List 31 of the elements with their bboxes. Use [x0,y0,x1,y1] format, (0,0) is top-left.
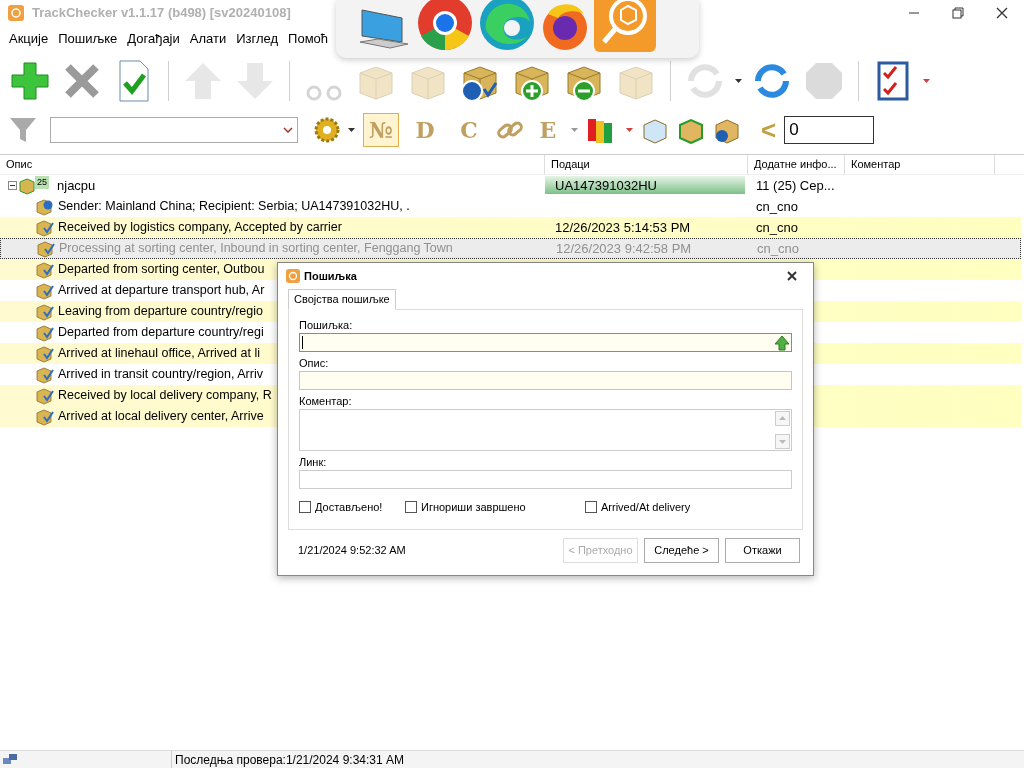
field-label: Опис: [299,356,330,371]
checkbox-label: Игнориши завршено [421,500,526,515]
event-description: Leaving from departure country/regio [58,303,263,321]
event-description: Arrived at linehaul office, Arrived at li [58,345,260,363]
event-description: Processing at sorting center, Inbound in sorting center, Fenggang Town [59,240,453,258]
checkbox-label: Arrived/At delivery [601,500,691,515]
window-title: TrackChecker v1.1.17 (b498) [sv20240108] [32,4,291,23]
event-description: Departed from sorting center, Outbou [58,261,265,279]
dialog-timestamp: 1/21/2024 9:52:32 AM [298,543,406,559]
event-date: 12/26/2023 5:14:53 PM [554,218,692,237]
table-cell-text: cn_cno [755,218,799,237]
event-description: Sender: Mainland China; Recipient: Serbia; UA147391032HU, . [58,198,410,216]
tracking-number: UA147391032HU [545,176,745,194]
field-label: Линк: [299,455,328,470]
event-description: Arrived at local delivery center, Arrive [58,408,264,426]
event-description: Received by local delivery company, R [58,387,272,405]
event-description: Arrived in transit country/region, Arriv [58,366,263,384]
dialog-title: Пошиљка [304,268,357,284]
event-description: Arrived at departure transport hub, Ar [58,282,265,300]
event-date: 12/26/2023 9:42:58 PM [555,239,693,258]
shipment-name: njacpu [57,176,96,195]
count-badge: 25 [35,175,49,190]
event-description: Received by logistics company, Accepted by carrier [58,219,342,237]
event-description: Departed from departure country/regi [58,324,264,342]
field-label: Коментар: [299,394,353,409]
table-cell-text: 11 (25) Сер... [755,176,836,195]
table-cell-text: cn_cno [755,197,799,216]
status-text: Последња провера:1/21/2024 9:34:31 AM [175,751,404,768]
table-cell-text: cn_cno [756,239,800,258]
checkbox-label: Достављено! [315,500,383,515]
field-label: Пошиљка: [299,318,354,333]
